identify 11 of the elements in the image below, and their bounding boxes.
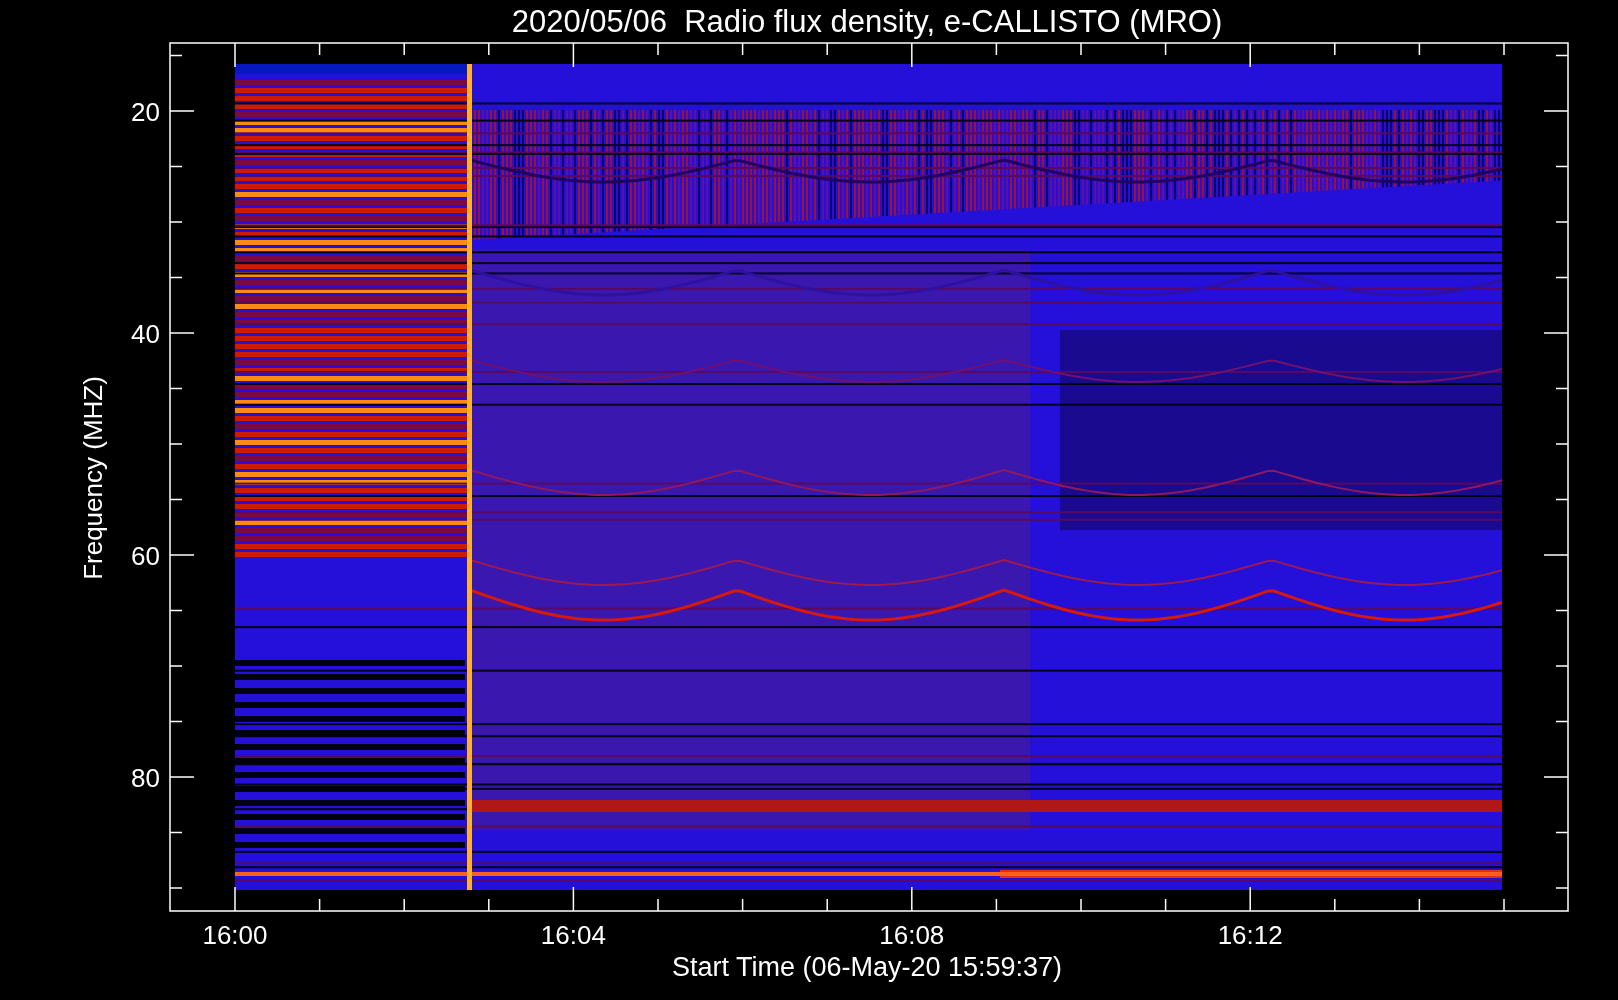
axis-tick-label: 80 (131, 763, 160, 793)
axis-tick-label: 16:08 (879, 920, 945, 950)
axis-tick-label: 60 (131, 541, 160, 571)
axis-tick-label: 16:00 (202, 920, 268, 950)
axis-tick-label: 20 (131, 97, 160, 127)
axis-tick-label: 16:04 (540, 920, 606, 950)
axis-tick-label: 16:12 (1217, 920, 1283, 950)
axis-label: Start Time (06-May-20 15:59:37) (671, 952, 1063, 982)
axis-label: Frequency (MHZ) (78, 376, 108, 580)
axis-tick-label: 40 (131, 319, 160, 349)
chart-title: 2020/05/06 Radio flux density, e-CALLISTO (MRO) (511, 4, 1223, 39)
